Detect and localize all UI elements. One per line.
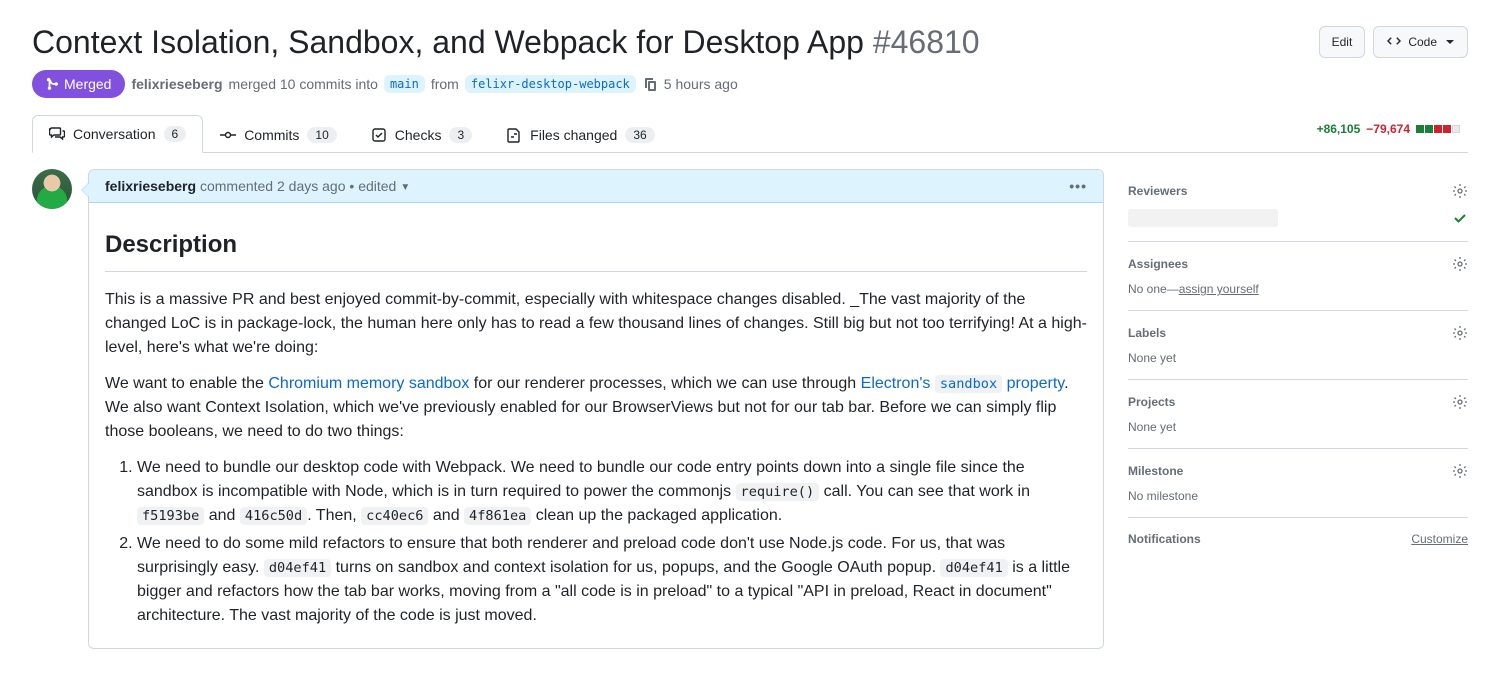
pr-meta: Merged felixrieseberg merged 10 commits … bbox=[32, 70, 1468, 98]
edit-button[interactable]: Edit bbox=[1319, 26, 1366, 58]
comment-body: Description This is a massive PR and bes… bbox=[89, 203, 1103, 648]
sidebar-assignees: Assignees No one—assign yourself bbox=[1128, 242, 1468, 311]
diff-blocks-icon bbox=[1416, 125, 1460, 133]
customize-notifications-link[interactable]: Customize bbox=[1411, 532, 1468, 546]
commits-icon bbox=[220, 127, 236, 143]
sidebar-reviewers: Reviewers bbox=[1128, 169, 1468, 242]
list-item: We need to bundle our desktop code with … bbox=[137, 456, 1087, 528]
diff-stats[interactable]: +86,105 −79,674 bbox=[1317, 122, 1468, 144]
git-merge-icon bbox=[46, 77, 60, 91]
caret-down-icon bbox=[1445, 37, 1455, 47]
comment-menu-button[interactable]: ••• bbox=[1069, 178, 1087, 194]
checks-icon bbox=[371, 127, 387, 143]
tab-commits[interactable]: Commits 10 bbox=[203, 116, 354, 153]
assign-yourself-link[interactable]: assign yourself bbox=[1179, 282, 1259, 296]
gear-icon[interactable] bbox=[1452, 394, 1468, 410]
conversation-icon bbox=[49, 126, 65, 142]
comment-time[interactable]: 2 days ago bbox=[277, 178, 346, 194]
check-icon bbox=[1452, 210, 1468, 226]
comment-author[interactable]: felixrieseberg bbox=[105, 178, 196, 194]
files-icon bbox=[506, 127, 522, 143]
sidebar-projects: Projects None yet bbox=[1128, 380, 1468, 449]
list-item: We need to do some mild refactors to ens… bbox=[137, 532, 1087, 628]
description-heading: Description bbox=[105, 227, 1087, 272]
comment-box: felixrieseberg commented 2 days ago • ed… bbox=[88, 169, 1104, 649]
copy-branch-icon[interactable] bbox=[642, 76, 658, 92]
tab-conversation[interactable]: Conversation 6 bbox=[32, 115, 203, 153]
reviewer-placeholder bbox=[1128, 209, 1278, 227]
avatar[interactable] bbox=[32, 169, 72, 209]
pr-number: #46810 bbox=[873, 24, 980, 60]
sidebar-milestone: Milestone No milestone bbox=[1128, 449, 1468, 518]
gear-icon[interactable] bbox=[1452, 325, 1468, 341]
sidebar-labels: Labels None yet bbox=[1128, 311, 1468, 380]
tab-files-changed[interactable]: Files changed 36 bbox=[489, 116, 672, 153]
edited-indicator[interactable]: edited▼ bbox=[358, 178, 410, 194]
pr-author[interactable]: felixrieseberg bbox=[131, 76, 222, 92]
head-branch[interactable]: felixr-desktop-webpack bbox=[465, 75, 636, 93]
tab-checks[interactable]: Checks 3 bbox=[354, 116, 489, 153]
link-chromium-sandbox[interactable]: Chromium memory sandbox bbox=[268, 375, 469, 392]
sidebar-notifications: Notifications Customize bbox=[1128, 518, 1468, 560]
pr-title: Context Isolation, Sandbox, and Webpack … bbox=[32, 22, 1303, 62]
pr-title-text: Context Isolation, Sandbox, and Webpack … bbox=[32, 24, 864, 60]
base-branch[interactable]: main bbox=[384, 75, 425, 93]
code-button[interactable]: Code bbox=[1373, 26, 1468, 58]
link-electron-sandbox[interactable]: Electron's sandbox property bbox=[861, 375, 1064, 392]
merged-timestamp: 5 hours ago bbox=[664, 76, 738, 92]
gear-icon[interactable] bbox=[1452, 183, 1468, 199]
state-badge-merged: Merged bbox=[32, 70, 125, 98]
code-icon bbox=[1386, 34, 1402, 50]
gear-icon[interactable] bbox=[1452, 463, 1468, 479]
gear-icon[interactable] bbox=[1452, 256, 1468, 272]
